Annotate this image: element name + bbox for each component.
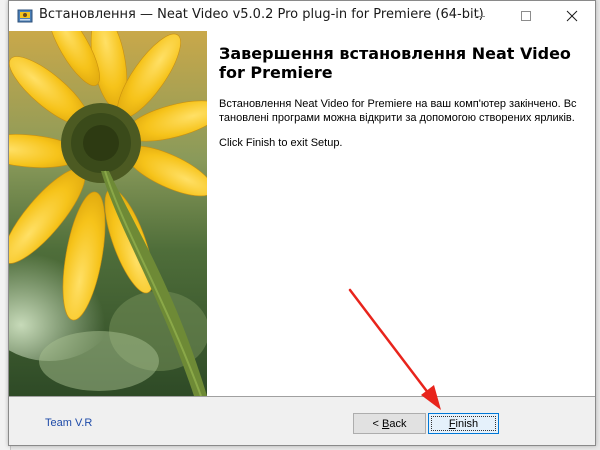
close-button[interactable] — [549, 1, 595, 31]
window-title: Встановлення — Neat Video v5.0.2 Pro plu… — [39, 7, 484, 22]
close-icon — [566, 10, 578, 22]
branding-label: Team V.R — [45, 417, 93, 429]
minimize-icon — [475, 16, 485, 17]
finish-button[interactable]: Finish — [428, 413, 499, 434]
page-title: Завершення встановлення Neat Video for P… — [219, 44, 571, 82]
completion-message: Встановлення Neat Video for Premiere на … — [219, 98, 577, 124]
installer-window: Встановлення — Neat Video v5.0.2 Pro plu… — [8, 0, 596, 446]
minimize-button[interactable] — [457, 1, 503, 31]
content-panel: Завершення встановлення Neat Video for P… — [207, 31, 595, 396]
installer-icon — [17, 9, 33, 23]
maximize-button[interactable] — [503, 1, 549, 31]
sunflower-banner-image — [9, 31, 207, 396]
exit-instruction: Click Finish to exit Setup. — [219, 137, 343, 149]
focus-rectangle — [431, 416, 496, 431]
back-button-label: < Back — [372, 417, 407, 430]
back-button[interactable]: < Back — [353, 413, 426, 434]
footer-bar: Team V.R < Back Finish — [9, 397, 595, 445]
title-bar[interactable]: Встановлення — Neat Video v5.0.2 Pro plu… — [9, 1, 595, 31]
maximize-icon — [521, 11, 531, 21]
